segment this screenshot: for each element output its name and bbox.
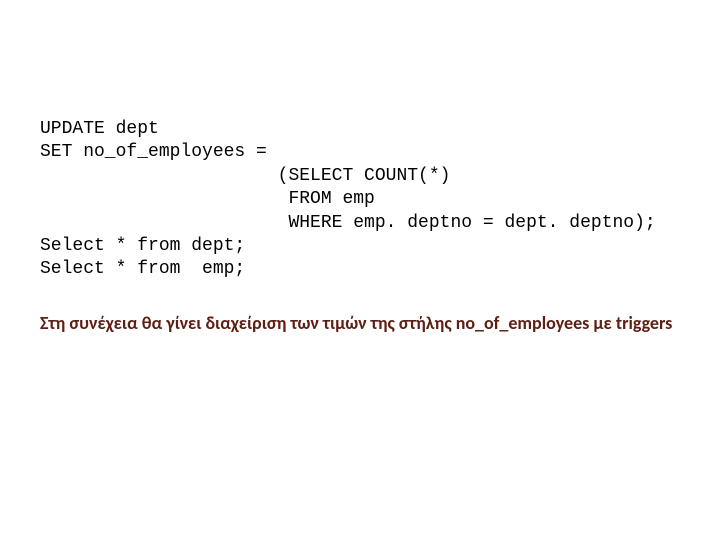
code-line: SET no_of_employees = (40, 142, 267, 162)
code-line: Select * from dept; (40, 236, 245, 256)
code-line: WHERE emp. deptno = dept. deptno); (40, 213, 656, 233)
code-line: Select * from emp; (40, 259, 245, 279)
code-line: UPDATE dept (40, 119, 159, 139)
note-text: Στη συνέχεια θα γίνει διαχείριση των τιμ… (40, 310, 680, 338)
sql-code-block: UPDATE dept SET no_of_employees = (SELEC… (40, 118, 680, 282)
code-line: FROM emp (40, 189, 375, 209)
code-line: (SELECT COUNT(*) (40, 166, 450, 186)
slide-page: UPDATE dept SET no_of_employees = (SELEC… (0, 0, 720, 338)
